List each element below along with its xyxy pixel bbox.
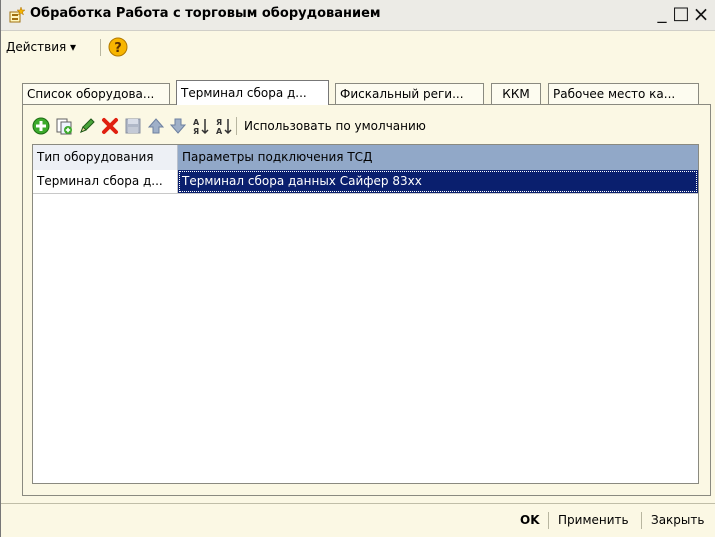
- tab-kkm[interactable]: ККМ: [491, 83, 541, 104]
- equipment-table: Тип оборудования Параметры подключения Т…: [32, 144, 699, 484]
- maximize-button[interactable]: □: [671, 3, 691, 25]
- cell-connection-params[interactable]: Терминал сбора данных Сайфер 83xx: [178, 170, 698, 193]
- svg-text:?: ?: [114, 41, 122, 56]
- app-icon: [9, 7, 25, 23]
- menu-bar: Действия ▾ ?: [1, 31, 715, 64]
- use-default-button[interactable]: Использовать по умолчанию: [244, 119, 426, 133]
- table-header: Тип оборудования Параметры подключения Т…: [33, 145, 698, 170]
- svg-text:А: А: [216, 127, 223, 135]
- sort-descending-icon[interactable]: Я А: [215, 117, 233, 135]
- actions-menu[interactable]: Действия ▾: [6, 40, 76, 54]
- ok-button[interactable]: OK: [520, 513, 540, 527]
- move-down-icon[interactable]: [169, 117, 187, 135]
- footer-separator: [641, 512, 642, 529]
- minimize-button[interactable]: _: [652, 3, 672, 25]
- processing-window: Обработка Работа с торговым оборудование…: [0, 0, 715, 537]
- tab-equipment-list[interactable]: Список оборудова...: [22, 83, 170, 104]
- toolbar-separator: [236, 117, 237, 135]
- column-header-connection-params[interactable]: Параметры подключения ТСД: [178, 145, 698, 170]
- add-icon[interactable]: [32, 117, 50, 135]
- close-button[interactable]: ×: [691, 3, 711, 25]
- tab-data-terminal[interactable]: Терминал сбора д...: [176, 80, 329, 105]
- tab-panel: А Я Я А Использовать по умолчанию Тип об…: [22, 104, 711, 496]
- table-row[interactable]: Терминал сбора д... Терминал сбора данны…: [33, 170, 698, 194]
- title-bar: Обработка Работа с торговым оборудование…: [1, 0, 715, 31]
- toolbar: А Я Я А Использовать по умолчанию: [32, 114, 702, 138]
- svg-text:Я: Я: [193, 127, 199, 135]
- tab-fiscal-registrar[interactable]: Фискальный реги...: [335, 83, 484, 104]
- tab-strip: Список оборудова... Терминал сбора д... …: [22, 80, 711, 105]
- footer-separator: [548, 512, 549, 529]
- sort-ascending-icon[interactable]: А Я: [192, 117, 210, 135]
- svg-text:Я: Я: [216, 118, 222, 127]
- window-title: Обработка Работа с торговым оборудование…: [30, 6, 381, 21]
- apply-button[interactable]: Применить: [558, 513, 629, 527]
- copy-icon[interactable]: [55, 117, 73, 135]
- footer-bar: OK Применить Закрыть: [1, 503, 715, 537]
- move-up-icon[interactable]: [147, 117, 165, 135]
- tab-cashier-workplace[interactable]: Рабочее место ка...: [548, 83, 699, 104]
- help-icon[interactable]: ?: [108, 37, 128, 57]
- svg-text:А: А: [193, 118, 200, 127]
- edit-icon[interactable]: [78, 117, 96, 135]
- column-header-equipment-type[interactable]: Тип оборудования: [33, 145, 178, 170]
- save-icon[interactable]: [124, 117, 142, 135]
- close-dialog-button[interactable]: Закрыть: [651, 513, 704, 527]
- cell-equipment-type[interactable]: Терминал сбора д...: [33, 170, 178, 193]
- delete-icon[interactable]: [101, 117, 119, 135]
- menu-separator: [100, 39, 101, 56]
